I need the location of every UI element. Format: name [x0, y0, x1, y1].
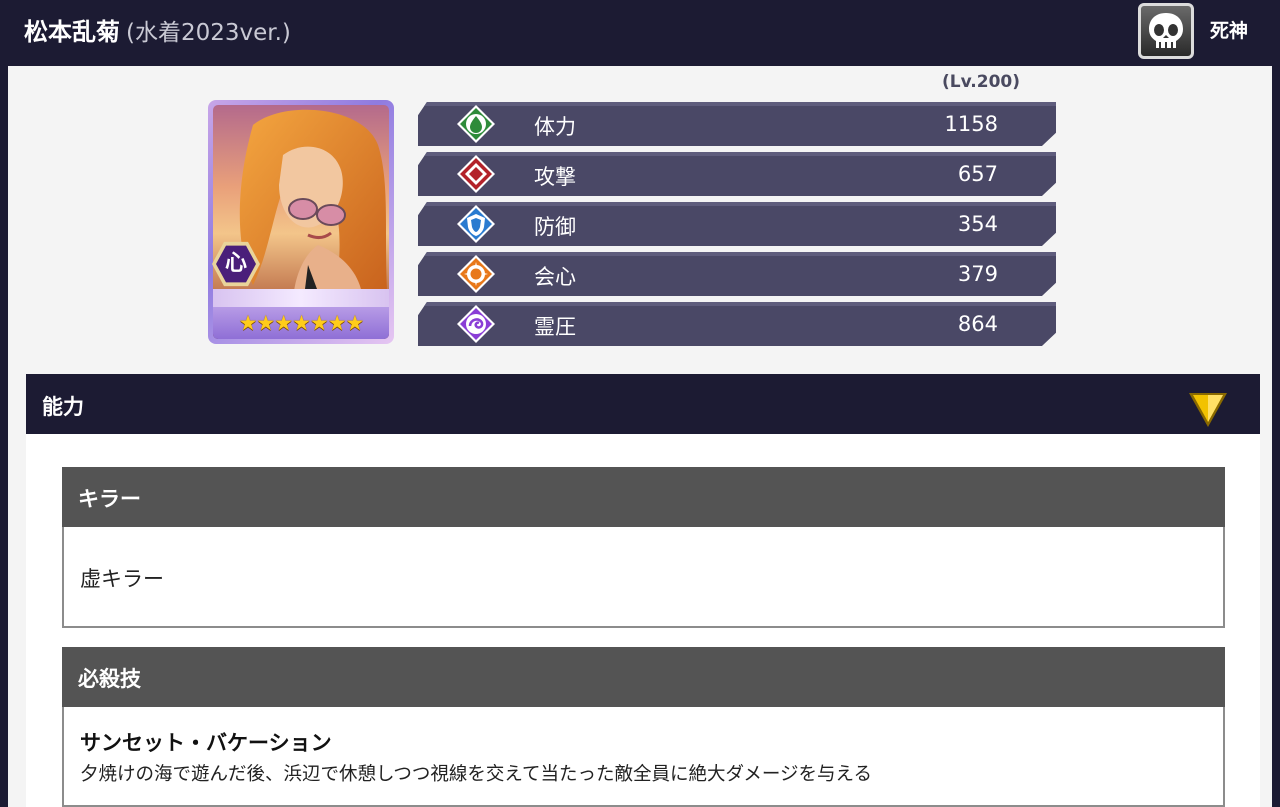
stat-value: 354 — [957, 212, 998, 236]
stat-row-critical: 会心 379 — [418, 252, 1056, 296]
level-label: (Lv.200) — [942, 72, 1021, 92]
rarity-stars: ★★★★★★★ — [213, 307, 389, 339]
special-move-description: 夕焼けの海で遊んだ後、浜辺で休憩しつつ視線を交えて当たった敵全員に絶大ダメージを… — [80, 764, 872, 785]
triangle-down-icon[interactable] — [1188, 392, 1228, 428]
killer-heading: キラー — [62, 467, 1225, 527]
stat-label: 霊圧 — [534, 315, 576, 339]
skull-icon — [1138, 3, 1194, 59]
attribute-badge-label: 心 — [216, 245, 256, 283]
character-card[interactable]: ★★★★★★★ 心 — [208, 100, 394, 344]
hp-icon — [456, 104, 496, 144]
spirit-pressure-icon — [456, 304, 496, 344]
special-box: サンセット・バケーション 夕焼けの海で遊んだ後、浜辺で休憩しつつ視線を交えて当た… — [62, 707, 1225, 807]
stat-row-spirit-pressure: 霊圧 864 — [418, 302, 1056, 346]
character-title: 松本乱菊 (水着2023ver.) — [24, 14, 291, 51]
ability-title: 能力 — [42, 395, 84, 419]
stat-row-attack: 攻撃 657 — [418, 152, 1056, 196]
stat-label: 防御 — [534, 215, 576, 239]
special-move-name: サンセット・バケーション — [80, 731, 332, 755]
character-name: 松本乱菊 — [24, 18, 120, 46]
stat-label: 体力 — [534, 115, 576, 139]
killer-text: 虚キラー — [80, 567, 164, 591]
stat-value: 1158 — [944, 112, 998, 136]
ability-section-header[interactable]: 能力 — [26, 374, 1260, 434]
character-variant: (水着2023ver.) — [126, 20, 291, 46]
stat-label: 会心 — [534, 265, 576, 289]
faction-label: 死神 — [1210, 20, 1249, 42]
stat-value: 657 — [957, 162, 998, 186]
stat-row-hp: 体力 1158 — [418, 102, 1056, 146]
stat-value: 864 — [957, 312, 998, 336]
app-header: 松本乱菊 (水着2023ver.) 死神 — [0, 0, 1280, 66]
special-heading: 必殺技 — [62, 647, 1225, 707]
card-band — [213, 289, 389, 309]
attack-icon — [456, 154, 496, 194]
card-art: ★★★★★★★ — [213, 105, 389, 339]
defense-icon — [456, 204, 496, 244]
critical-icon — [456, 254, 496, 294]
killer-box: 虚キラー — [62, 527, 1225, 628]
stat-row-defense: 防御 354 — [418, 202, 1056, 246]
stat-value: 379 — [957, 262, 998, 286]
stat-label: 攻撃 — [534, 165, 576, 189]
